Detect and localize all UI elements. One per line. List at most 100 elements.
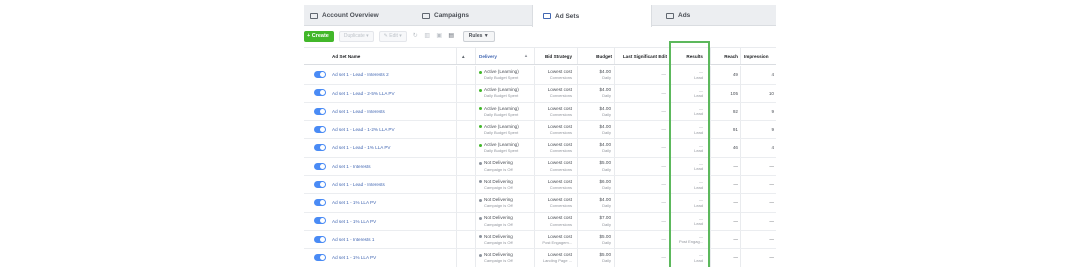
column-divider — [456, 249, 457, 267]
status-toggle[interactable] — [314, 89, 326, 97]
col-header-reach[interactable]: Reach — [712, 48, 738, 64]
tab-campaigns[interactable]: Campaigns — [422, 5, 469, 26]
ad-set-name-link[interactable]: Ad set 1 - Lead - Interests — [332, 103, 454, 121]
budget-cell: $4.00 Daily — [580, 121, 612, 139]
duplicate-button[interactable]: Duplicate ▾ — [338, 30, 374, 42]
status-toggle[interactable] — [314, 162, 326, 170]
budget-cell: $4.00 Daily — [580, 194, 612, 212]
rules-button[interactable]: Rules ▼ — [462, 30, 495, 42]
bid-strategy-cell: Lowest cost Conversions — [536, 212, 572, 230]
create-button[interactable]: + Create — [304, 30, 334, 42]
status-toggle[interactable] — [314, 144, 326, 152]
comment-icon[interactable]: ▤ — [448, 33, 455, 40]
delivery-substatus: Daily Budget Spent — [484, 148, 519, 154]
delivery-cell: Active (Learning) Daily Budget Spent — [479, 103, 533, 121]
ad-set-name-link[interactable]: Ad set 1 - Lead - Interests 2 — [332, 66, 454, 84]
status-toggle[interactable] — [314, 180, 326, 188]
column-divider — [740, 139, 741, 157]
col-header-last-edit[interactable]: Last Significant Edit — [615, 48, 667, 64]
reach-cell: 46 — [732, 145, 738, 151]
edit-label: Edit — [389, 33, 398, 39]
status-toggle[interactable] — [314, 125, 326, 133]
budget-period: Daily — [602, 184, 611, 190]
column-divider — [534, 120, 535, 139]
column-divider — [710, 230, 711, 249]
budget-cell: $5.00 Daily — [580, 231, 612, 249]
bid-strategy-cell: Lowest cost Landing Page ... — [536, 249, 572, 267]
budget-cell: $5.00 Daily — [580, 158, 612, 176]
refresh-icon[interactable]: ↻ — [412, 33, 419, 40]
status-toggle[interactable] — [314, 235, 326, 243]
ad-set-name-link[interactable]: Ad set 1 - Lead - 2-5% LLA PV — [332, 84, 454, 102]
ad-set-name-link[interactable]: Ad set 1 - 1% LLA PV — [332, 212, 454, 230]
trash-icon[interactable]: ▥ — [424, 33, 431, 40]
column-divider — [475, 194, 476, 212]
delivery-cell: Active (Learning) Daily Budget Spent — [479, 139, 533, 157]
column-divider — [456, 194, 457, 212]
ad-set-name-link[interactable]: Ad set 1 - Lead - 1-2% LLA PV — [332, 121, 454, 139]
status-dot-icon — [479, 198, 482, 202]
create-label: + Create — [307, 33, 329, 39]
budget-period: Daily — [602, 221, 611, 227]
delivery-cell: Not Delivering Campaign is Off — [479, 158, 533, 176]
tab-account-overview[interactable]: Account Overview — [310, 5, 379, 26]
ad-set-name-link[interactable]: Ad set 1 - 1% LLA PV — [332, 249, 454, 267]
results-column-highlight — [669, 41, 710, 267]
bid-strategy-sub: Conversions — [549, 203, 572, 209]
status-toggle[interactable] — [314, 217, 326, 225]
column-divider — [740, 230, 741, 249]
column-divider — [577, 249, 578, 267]
ad-set-name-link[interactable]: Ad set 1 - Lead - 1% LLA PV — [332, 139, 454, 157]
header-label: Impression — [744, 53, 769, 59]
last-edit-cell: — — [661, 182, 666, 188]
column-divider — [710, 249, 711, 267]
column-divider — [456, 139, 457, 157]
col-header-impressions[interactable]: Impression — [744, 48, 776, 64]
lock-icon[interactable]: ▣ — [436, 33, 443, 40]
ad-set-name-link[interactable]: Ad set 1 - 1% LLA PV — [332, 194, 454, 212]
delivery-cell: Not Delivering Campaign is Off — [479, 231, 533, 249]
column-divider — [740, 84, 741, 102]
tab-ads[interactable]: Ads — [666, 5, 690, 26]
tab-ad-sets[interactable]: Ad Sets — [532, 5, 652, 27]
status-toggle[interactable] — [314, 107, 326, 115]
column-divider — [456, 120, 457, 139]
bid-strategy-sub: Conversions — [549, 75, 572, 81]
ad-set-name-link[interactable]: Ad set 1 - Interests — [332, 158, 454, 176]
edit-button[interactable]: ✎ Edit ▾ — [378, 30, 407, 42]
grid-icon — [310, 12, 318, 19]
column-divider — [475, 48, 476, 64]
header-label: Reach — [724, 53, 738, 59]
impressions-cell: 4 — [771, 145, 774, 151]
sort-icon: ▴ — [524, 53, 528, 58]
last-edit-cell: — — [661, 163, 666, 169]
col-header-name[interactable]: Ad Set Name — [332, 48, 452, 64]
delivery-substatus: Campaign is Off — [484, 221, 513, 227]
delivery-cell: Not Delivering Campaign is Off — [479, 249, 533, 267]
duplicate-label: Duplicate — [343, 33, 365, 39]
column-divider — [577, 212, 578, 230]
ad-set-name-link[interactable]: Ad set 1 - Interests 1 — [332, 231, 454, 249]
ad-set-name-link[interactable]: Ad set 1 - Lead - Interests — [332, 176, 454, 194]
col-header-delivery[interactable]: Delivery ▴ — [479, 48, 529, 64]
column-divider — [710, 120, 711, 139]
status-toggle[interactable] — [314, 199, 326, 207]
bid-strategy-sub: Conversions — [549, 111, 572, 117]
status-toggle[interactable] — [314, 71, 326, 78]
column-divider — [740, 157, 741, 175]
col-header-budget[interactable]: Budget — [580, 48, 612, 64]
column-divider — [534, 175, 535, 194]
status-dot-icon — [479, 125, 482, 129]
status-toggle[interactable] — [314, 254, 326, 261]
column-divider — [456, 48, 457, 64]
impressions-cell: — — [769, 182, 774, 188]
column-divider — [456, 175, 457, 194]
column-divider — [740, 194, 741, 212]
col-header-bid[interactable]: Bid Strategy — [538, 48, 572, 64]
bid-strategy-cell: Lowest cost Conversions — [536, 158, 572, 176]
bid-strategy-sub: Conversions — [549, 148, 572, 154]
impressions-cell: — — [769, 200, 774, 206]
column-divider — [475, 175, 476, 194]
delivery-cell: Active (Learning) Daily Budget Spent — [479, 66, 533, 84]
column-divider — [710, 102, 711, 121]
